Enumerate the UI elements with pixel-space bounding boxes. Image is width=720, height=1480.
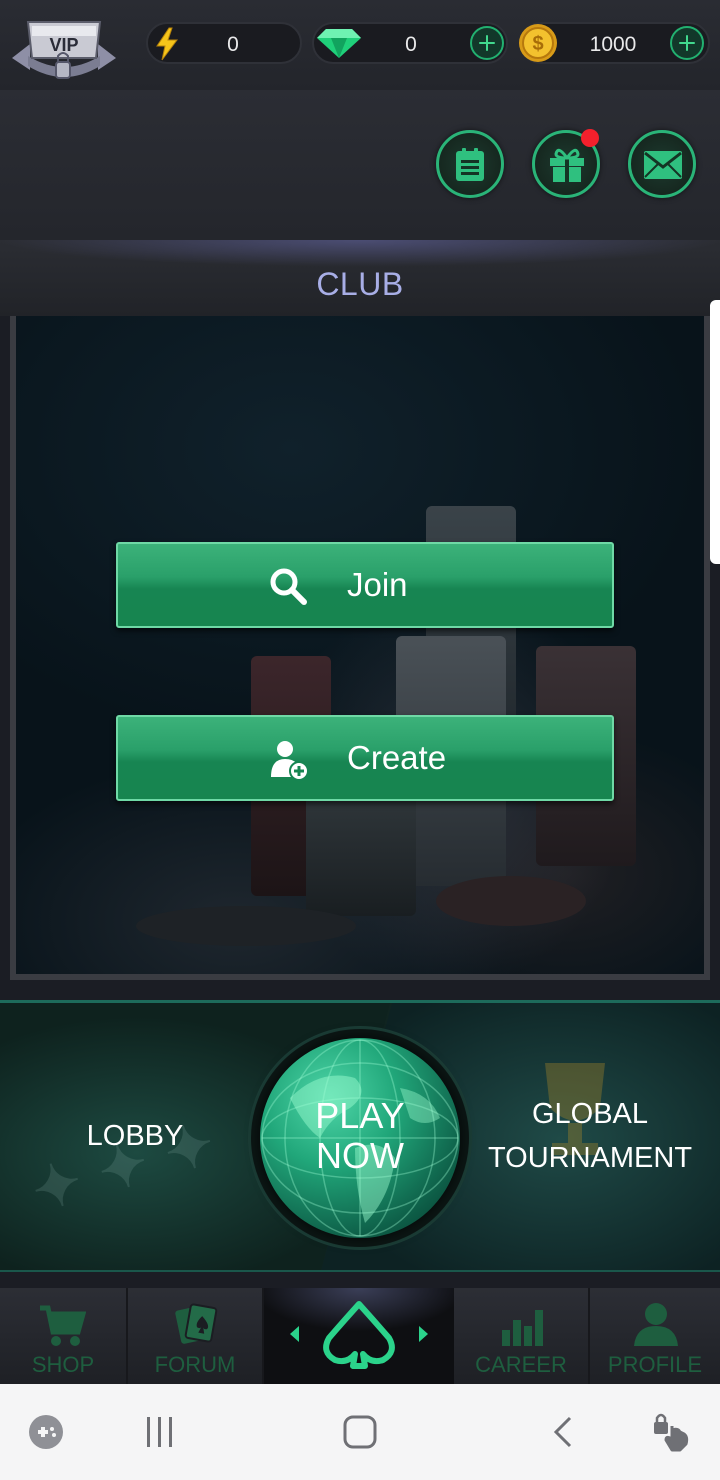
back-icon[interactable] [550,1415,576,1449]
join-label: Join [347,566,408,603]
nav-shop[interactable]: SHOP [0,1288,128,1384]
energy-value: 0 [227,33,239,56]
play-now-label[interactable]: PLAY NOW [260,1096,460,1176]
chevron-left-icon[interactable] [290,1326,299,1342]
add-coins-button[interactable] [670,26,704,60]
mail-icon [644,151,682,179]
nav-forum[interactable]: FORUM [128,1288,264,1384]
svg-text:$: $ [532,33,543,55]
nav-profile[interactable]: PROFILE [590,1288,720,1384]
gem-icon [317,29,361,58]
create-label: Create [347,739,447,776]
shop-cart-icon [40,1305,86,1346]
nav-career[interactable]: CAREER [454,1288,590,1384]
vip-label: VIP [49,35,78,55]
nav-profile-label: PROFILE [607,1352,703,1377]
add-user-icon [271,741,309,781]
career-chart-icon [502,1310,543,1346]
nav-forum-label: FORUM [154,1352,236,1377]
system-nav-bar [0,1384,720,1480]
gift-button[interactable] [532,129,600,198]
recent-apps-icon[interactable] [143,1415,177,1449]
tasks-button[interactable] [436,130,504,198]
notification-dot [581,129,599,147]
assistant-icon[interactable] [650,1410,692,1452]
forum-cards-icon [175,1303,218,1344]
page-title: CLUB [316,266,404,302]
home-icon[interactable] [342,1414,378,1450]
vip-badge-icon[interactable]: VIP [8,14,120,86]
join-club-button[interactable]: Join [116,542,614,628]
notes-icon [456,148,484,181]
search-icon [270,568,307,605]
game-launcher-icon[interactable] [28,1414,64,1450]
nav-home[interactable] [264,1288,454,1384]
nav-career-label: CAREER [475,1352,567,1377]
global-tournament-label[interactable]: GLOBAL TOURNAMENT [472,1092,708,1180]
chip-image [136,906,356,946]
add-gems-button[interactable] [470,26,504,60]
mail-button[interactable] [628,130,696,198]
lightning-icon [156,27,178,61]
club-header: CLUB [0,240,720,316]
energy-counter: 0 [146,22,302,64]
edge-panel-handle[interactable] [710,300,720,564]
spade-logo-icon [323,1301,395,1369]
gem-value: 0 [405,33,417,56]
coin-value: 1000 [589,33,637,56]
coin-icon: $ [519,24,557,62]
top-bar: VIP 0 0 $ 1000 [0,0,720,90]
club-panel: Join Create [10,316,710,980]
chevron-right-icon[interactable] [419,1326,428,1342]
lobby-label[interactable]: LOBBY [60,1114,210,1158]
create-club-button[interactable]: Create [116,715,614,801]
gift-icon [550,148,584,182]
nav-shop-label: SHOP [31,1352,95,1377]
chip-stack-image [306,796,416,916]
action-row [0,90,720,240]
chip-image [436,876,586,926]
profile-person-icon [634,1303,678,1346]
